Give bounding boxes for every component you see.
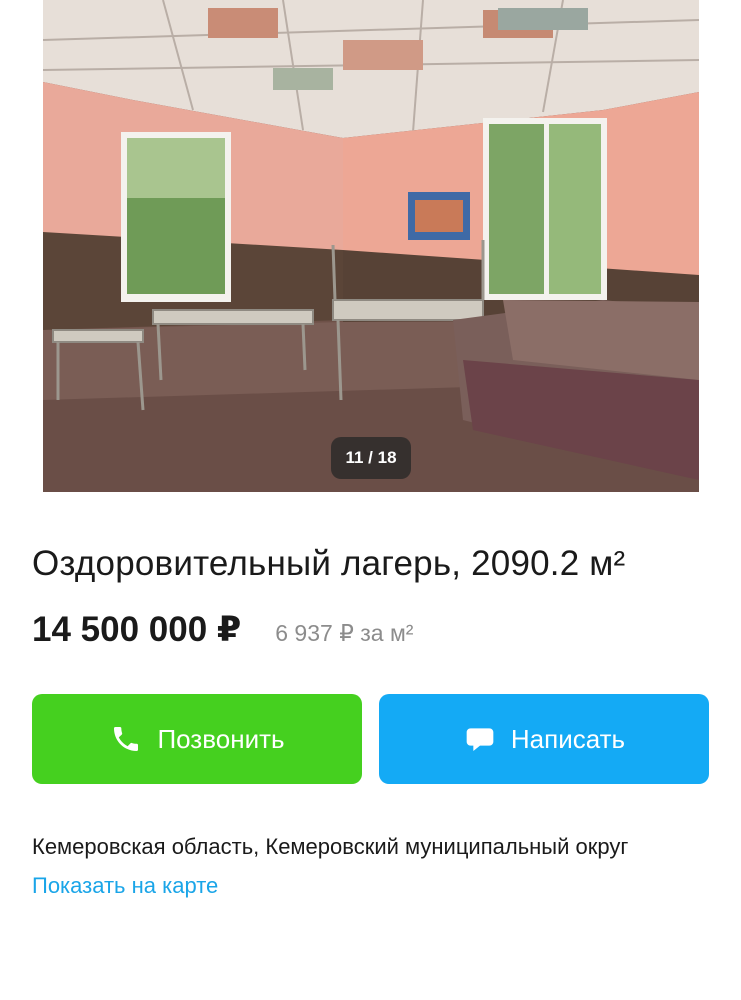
listing-details: Оздоровительный лагерь, 2090.2 м² 14 500…: [0, 540, 741, 904]
room-photo-illustration: [43, 0, 699, 492]
price-row: 14 500 000 ₽ 6 937 ₽ за м²: [32, 610, 709, 650]
write-button-label: Написать: [510, 723, 626, 754]
listing-photo[interactable]: [43, 0, 699, 492]
write-button[interactable]: Написать: [379, 694, 709, 784]
photo-counter: 11 / 18: [331, 437, 411, 479]
listing-address: Кемеровская область, Кемеровский муницип…: [32, 834, 629, 859]
price-per-square-meter: 6 937 ₽ за м²: [275, 620, 414, 646]
call-button[interactable]: Позвонить: [32, 694, 362, 784]
call-button-label: Позвонить: [157, 723, 285, 754]
chat-bubble-icon: [463, 722, 497, 756]
phone-icon: [109, 722, 143, 756]
price: 14 500 000 ₽: [32, 610, 242, 649]
show-on-map-link[interactable]: Показать на карте: [32, 867, 218, 904]
contact-actions: Позвонить Написать: [32, 694, 709, 784]
listing-title: Оздоровительный лагерь, 2090.2 м²: [32, 544, 626, 583]
photo-gallery[interactable]: 11 / 18: [0, 0, 741, 494]
